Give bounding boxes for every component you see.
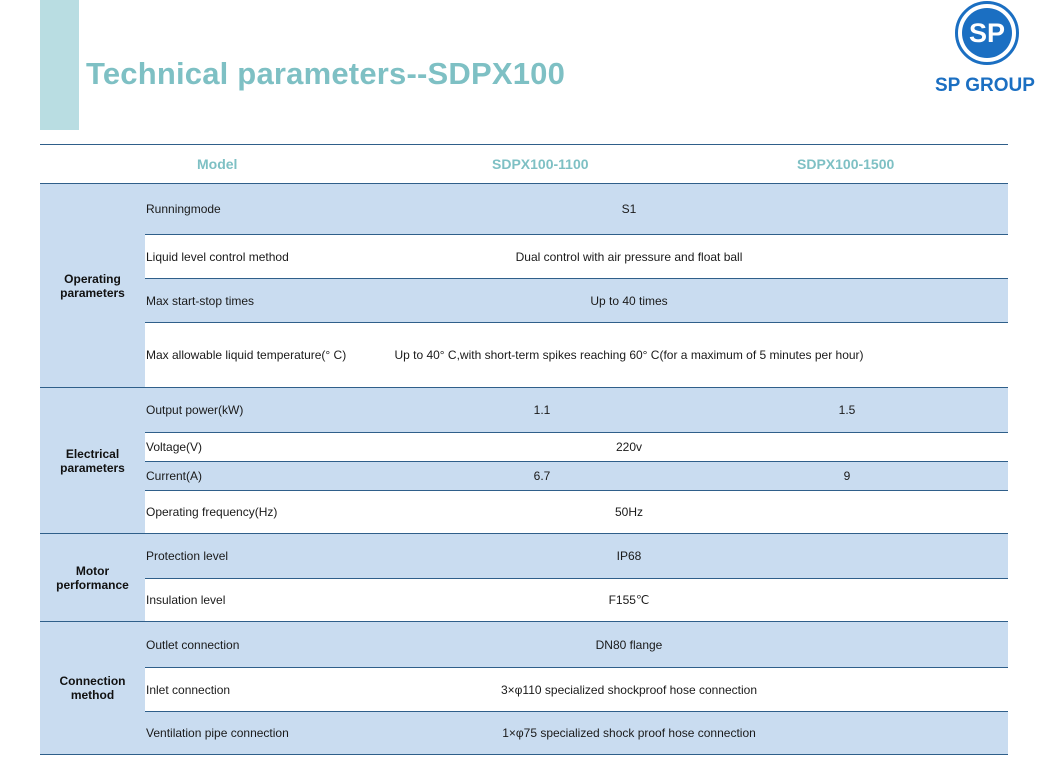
param-value: 1×φ75 specialized shock proof hose conne…	[502, 726, 756, 740]
table-row: Runningmode S1	[145, 184, 1008, 234]
table-row: Inlet connection 3×φ110 specialized shoc…	[145, 667, 1008, 711]
param-label: Insulation level	[146, 593, 226, 607]
param-value-sdpx100-1500: 9	[843, 469, 851, 483]
table-header: Model SDPX100-1100 SDPX100-1500	[40, 144, 1008, 184]
table-row: Ventilation pipe connection 1×φ75 specia…	[145, 711, 1008, 754]
param-value: Up to 40 times	[590, 293, 668, 308]
param-value: 50Hz	[614, 505, 643, 519]
param-value: F155℃	[608, 593, 650, 607]
group-electrical-parameters: Electrical parameters Output power(kW) 1…	[40, 388, 1008, 534]
param-label: Runningmode	[146, 202, 221, 216]
parameters-table: Model SDPX100-1100 SDPX100-1500 Operatin…	[40, 144, 1008, 755]
param-value: S1	[621, 202, 637, 216]
param-label: Output power(kW)	[146, 403, 244, 417]
param-value-sdpx100-1500: 1.5	[838, 403, 856, 417]
param-label: Current(A)	[146, 469, 203, 483]
group-label: Operating parameters	[40, 184, 145, 387]
table-row: Current(A) 6.7 9	[145, 461, 1008, 490]
table-row: Protection level IP68	[145, 534, 1008, 578]
header-model: Model	[197, 156, 238, 172]
param-label: Max start-stop times	[146, 293, 255, 308]
param-value: DN80 flange	[595, 637, 663, 652]
header-sdpx100-1500: SDPX100-1500	[797, 156, 895, 172]
param-value-sdpx100-1100: 6.7	[533, 469, 551, 483]
param-label: Inlet connection	[146, 682, 231, 697]
param-label: Voltage(V)	[146, 440, 203, 454]
param-value-sdpx100-1100: 1.1	[533, 403, 551, 417]
page-title: Technical parameters--SDPX100	[86, 56, 566, 91]
group-label: Electrical parameters	[40, 388, 145, 533]
logo-text: SP GROUP	[935, 75, 1035, 96]
group-label: Motor performance	[40, 534, 145, 621]
table-row: Insulation level F155℃	[145, 578, 1008, 621]
table-row: Max allowable liquid temperature(° C) Up…	[145, 322, 1008, 387]
table-row: Output power(kW) 1.1 1.5	[145, 388, 1008, 432]
param-label: Protection level	[146, 549, 229, 563]
table-row: Operating frequency(Hz) 50Hz	[145, 490, 1008, 533]
company-logo: SP SP GROUP	[934, 0, 1048, 100]
group-motor-performance: Motor performance Protection level IP68 …	[40, 534, 1008, 622]
group-connection-method: Connection method Outlet connection DN80…	[40, 622, 1008, 755]
header-sdpx100-1100: SDPX100-1100	[492, 156, 589, 172]
param-label: Outlet connection	[146, 637, 240, 652]
param-value: Up to 40° C,with short-term spikes reach…	[394, 348, 864, 362]
table-row: Outlet connection DN80 flange	[145, 622, 1008, 667]
table-row: Max start-stop times Up to 40 times	[145, 278, 1008, 322]
param-value: Dual control with air pressure and float…	[515, 249, 743, 264]
param-value: IP68	[616, 549, 642, 563]
logo-mark: SP	[962, 8, 1012, 58]
group-label: Connection method	[40, 622, 145, 754]
group-operating-parameters: Operating parameters Runningmode S1 Liqu…	[40, 184, 1008, 388]
param-value: 220v	[615, 440, 643, 454]
title-accent-bar	[40, 0, 79, 130]
table-row: Voltage(V) 220v	[145, 432, 1008, 461]
param-value: 3×φ110 specialized shockproof hose conne…	[500, 682, 758, 697]
table-row: Liquid level control method Dual control…	[145, 234, 1008, 278]
logo-circle-icon: SP	[955, 1, 1019, 65]
